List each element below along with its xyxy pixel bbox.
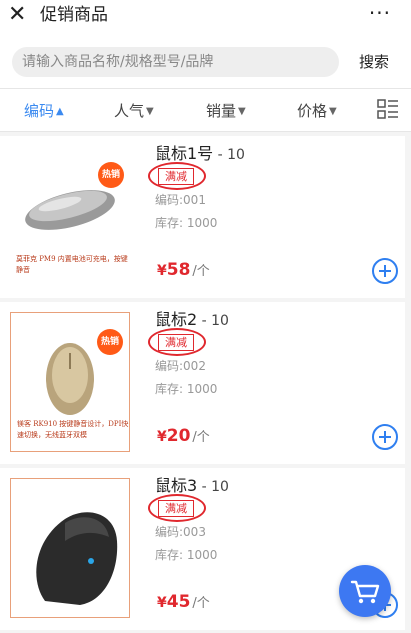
close-icon[interactable]: ✕ [8,2,26,28]
page-title: 促销商品 [40,5,108,25]
product-stock: 库存: 1000 [155,548,218,562]
sort-by-sales[interactable]: 销量 ▼ [206,101,246,122]
sort-bar: 编码 ▲ 人气 ▼ 销量 ▼ 价格 ▼ [0,88,411,132]
promo-highlight: 满减 [148,328,206,356]
grid-list-icon[interactable] [377,98,399,120]
product-card[interactable]: 热销 莫菲克 PM9 内置电池可充电，按键静音 鼠标1号 - 10 满减 编码:… [0,136,405,298]
product-image[interactable]: 热销 莫菲克 PM9 内置电池可充电，按键静音 [10,146,130,286]
product-card[interactable]: 热销 镁客 RK910 按键静音设计，DPI快速切换，无线蓝牙双模 鼠标2 - … [0,302,405,464]
more-icon[interactable]: ··· [369,0,391,26]
cart-icon [350,580,380,604]
product-code: 编码:001 [155,193,206,207]
product-stock: 库存: 1000 [155,382,218,396]
product-code: 编码:002 [155,359,206,373]
add-to-cart-icon[interactable] [372,258,398,284]
sort-by-popularity[interactable]: 人气 ▼ [114,101,154,122]
product-description: 镁客 RK910 按键静音设计，DPI快速切换，无线蓝牙双模 [17,420,129,439]
hot-sale-badge: 热销 [97,329,123,355]
product-code: 编码:003 [155,525,206,539]
product-price: ¥20/个 [157,426,210,446]
search-bar: 搜索 [0,34,411,88]
product-image[interactable]: 热销 镁客 RK910 按键静音设计，DPI快速切换，无线蓝牙双模 [10,312,130,452]
top-bar: ✕ 促销商品 ··· [0,0,411,34]
mouse-image [46,343,94,415]
add-to-cart-icon[interactable] [372,424,398,450]
product-price: ¥45/个 [157,592,210,612]
mouse-image [36,512,118,605]
promo-highlight: 满减 [148,162,206,190]
chevron-down-icon: ▼ [238,106,246,117]
product-stock: 库存: 1000 [155,216,218,230]
chevron-down-icon: ▼ [329,106,337,117]
product-description: 莫菲克 PM9 内置电池可充电，按键静音 [16,255,128,274]
sort-by-code[interactable]: 编码 ▲ [24,101,64,122]
discount-badge: 满减 [158,168,194,185]
sort-asc-icon: ▲ [56,106,64,117]
discount-badge: 满减 [158,334,194,351]
cart-button[interactable] [339,565,391,617]
sort-by-price[interactable]: 价格 ▼ [297,101,337,122]
search-input[interactable] [12,47,339,77]
product-price: ¥58/个 [157,260,210,280]
product-image[interactable] [10,478,130,618]
discount-badge: 满减 [158,500,194,517]
hot-sale-badge: 热销 [98,162,124,188]
search-button[interactable]: 搜索 [359,52,389,72]
chevron-down-icon: ▼ [146,106,154,117]
promo-highlight: 满减 [148,494,206,522]
